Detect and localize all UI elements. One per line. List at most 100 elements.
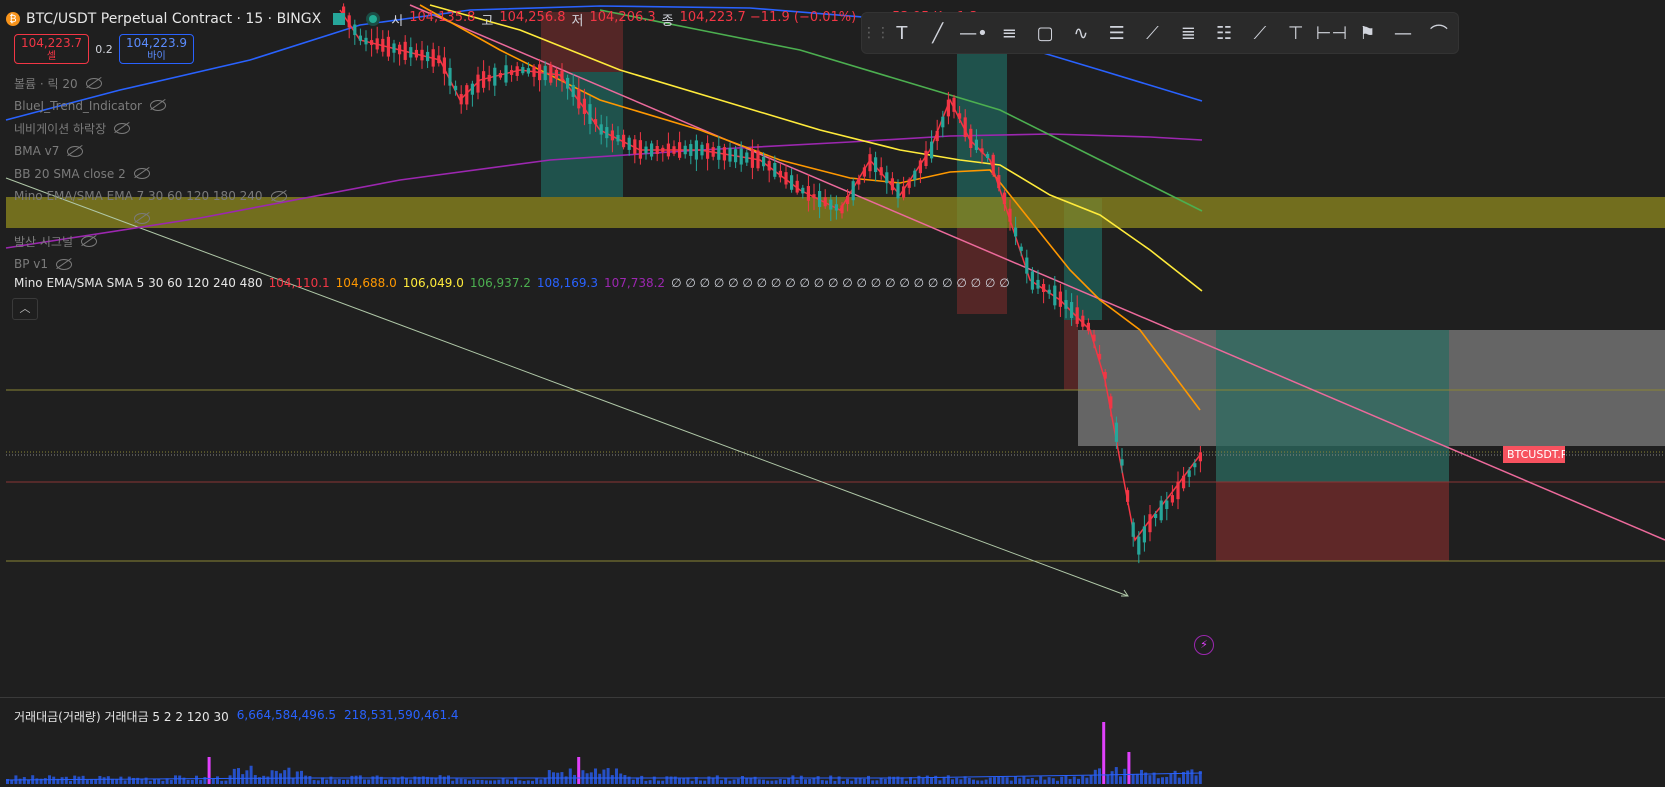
indicator-item[interactable]: BP v1 — [14, 253, 287, 276]
candle-body — [381, 38, 385, 52]
volume-bar — [459, 778, 463, 784]
symbol-title[interactable]: BTC/USDT Perpetual Contract · 15 · BINGX — [26, 11, 321, 27]
gann-tool-button[interactable]: ⟋ — [1135, 13, 1171, 53]
volume-bar — [581, 770, 585, 784]
price-range-tool-button[interactable]: ⊤ — [1278, 13, 1314, 53]
horizontal-ray-tool-button[interactable]: —• — [956, 13, 992, 53]
candle-body — [1030, 271, 1034, 290]
date-range-tool-button[interactable]: ⊢⊣ — [1314, 13, 1350, 53]
volume-bar — [119, 776, 123, 784]
eye-hidden-icon[interactable] — [85, 77, 102, 89]
volume-bar — [875, 780, 879, 784]
candle-body — [986, 153, 990, 159]
candle-body — [834, 204, 838, 211]
volume-bar — [207, 757, 211, 784]
candle-body — [700, 144, 704, 156]
candle-body — [476, 74, 480, 93]
volume-bar — [1131, 774, 1135, 784]
candle-body — [896, 183, 900, 199]
sell-button[interactable]: 104,223.7 셀 — [14, 34, 89, 64]
fib-levels-tool-button[interactable]: ☰ — [1099, 13, 1135, 53]
text-tool-button[interactable]: T — [884, 13, 920, 53]
volume-bar — [1026, 778, 1030, 784]
candle-body — [734, 149, 738, 163]
eye-hidden-icon[interactable] — [67, 145, 84, 157]
eye-hidden-icon[interactable] — [134, 213, 150, 225]
eye-hidden-icon[interactable] — [114, 122, 131, 134]
volume-bar — [438, 775, 442, 784]
path-tool-button[interactable]: ∿ — [1063, 13, 1099, 53]
candle-body — [666, 143, 670, 157]
volume-bar — [232, 768, 236, 784]
buy-label: 바이 — [147, 51, 166, 62]
collapse-legend-button[interactable]: ︿ — [12, 298, 38, 320]
candle-body — [1198, 452, 1202, 462]
candle-body — [1170, 495, 1174, 503]
indicator-item[interactable]: BlueJ_Trend_Indicator — [14, 95, 287, 118]
volume-bar — [976, 780, 980, 784]
candle-body — [913, 170, 917, 180]
trendline-tool-button[interactable]: ╱ — [920, 13, 956, 53]
candle-body — [470, 83, 474, 95]
eye-hidden-icon[interactable] — [56, 258, 73, 270]
indicator-item[interactable]: 네비게이션 하락장 — [14, 117, 287, 140]
indicator-item[interactable]: Mino EMA/SMA EMA 7 30 60 120 180 240 — [14, 185, 287, 208]
volume-bar — [1035, 780, 1038, 784]
buy-button[interactable]: 104,223.9 바이 — [119, 34, 194, 64]
mino-legend-value: 106,937.2 — [469, 276, 531, 290]
volume-bar — [883, 778, 887, 784]
candle-body — [846, 195, 850, 205]
eye-hidden-icon[interactable] — [270, 190, 287, 202]
fib-extension-tool-button[interactable]: ☷ — [1206, 13, 1242, 53]
volume-bar — [783, 779, 786, 784]
volume-bar — [610, 775, 614, 784]
volume-bar — [1068, 778, 1072, 784]
ohlc-value: 104,206.3 — [589, 9, 656, 25]
candle-body — [582, 98, 586, 114]
rectangle-tool-button[interactable]: ▢ — [1027, 13, 1063, 53]
volume-bar — [518, 780, 522, 784]
mino-legend-name[interactable]: Mino EMA/SMA SMA 5 30 60 120 240 480 — [14, 276, 263, 290]
candle-body — [549, 64, 553, 83]
volume-bar — [1089, 775, 1093, 784]
fib-tool-button[interactable]: ≡ — [991, 13, 1027, 53]
candle-body — [672, 146, 676, 154]
candle-body — [1092, 334, 1096, 342]
candle-body — [571, 84, 575, 97]
volume-bar — [510, 780, 513, 784]
indicator-item[interactable]: 볼륨 · 릭 20 — [14, 72, 287, 95]
channel-tool-button[interactable]: ≣ — [1170, 13, 1206, 53]
buy-price: 104,223.9 — [125, 36, 188, 50]
horizontal-line-tool-button[interactable]: — — [1385, 13, 1421, 53]
candle-body — [706, 143, 710, 159]
volume-bar — [850, 780, 854, 784]
volume-bar — [799, 775, 803, 784]
lightning-icon[interactable]: ⚡ — [1194, 635, 1214, 655]
volume-bar — [1051, 778, 1055, 784]
volume-bar — [573, 774, 576, 784]
candle-body — [745, 152, 749, 163]
flag-tool-button[interactable]: ⚑ — [1349, 13, 1385, 53]
volume-bar — [1194, 775, 1198, 784]
curve-tool-button[interactable]: ⌒ — [1421, 13, 1457, 53]
volume-bar — [190, 779, 194, 784]
indicator-item[interactable]: BMA v7 — [14, 140, 287, 163]
indicator-item[interactable]: 발산 시그널 — [14, 230, 287, 253]
indicator-item[interactable]: BB 20 SMA close 2 — [14, 162, 287, 185]
eye-hidden-icon[interactable] — [81, 235, 98, 247]
eye-hidden-icon[interactable] — [149, 100, 166, 112]
volume-bar — [762, 779, 765, 784]
indicator-item[interactable] — [14, 208, 287, 231]
price-chart[interactable]: ₿ BTC/USDT Perpetual Contract · 15 · BIN… — [0, 0, 1665, 697]
volume-bar — [770, 780, 774, 784]
volume-bar — [1056, 780, 1059, 784]
drag-handle-icon[interactable]: ⋮⋮ — [862, 25, 890, 41]
volume-bar — [480, 779, 484, 784]
ray-tool-button[interactable]: ⟋ — [1242, 13, 1278, 53]
candle-body — [594, 119, 598, 125]
eye-hidden-icon[interactable] — [133, 168, 150, 180]
volume-bar — [127, 776, 131, 784]
volume-bar — [930, 777, 933, 784]
volume-pane[interactable]: 거래대금(거래량) 거래대금 5 2 2 120 30 6,664,584,49… — [0, 697, 1665, 786]
volume-legend-name[interactable]: 거래대금(거래량) 거래대금 5 2 2 120 30 — [14, 708, 229, 725]
